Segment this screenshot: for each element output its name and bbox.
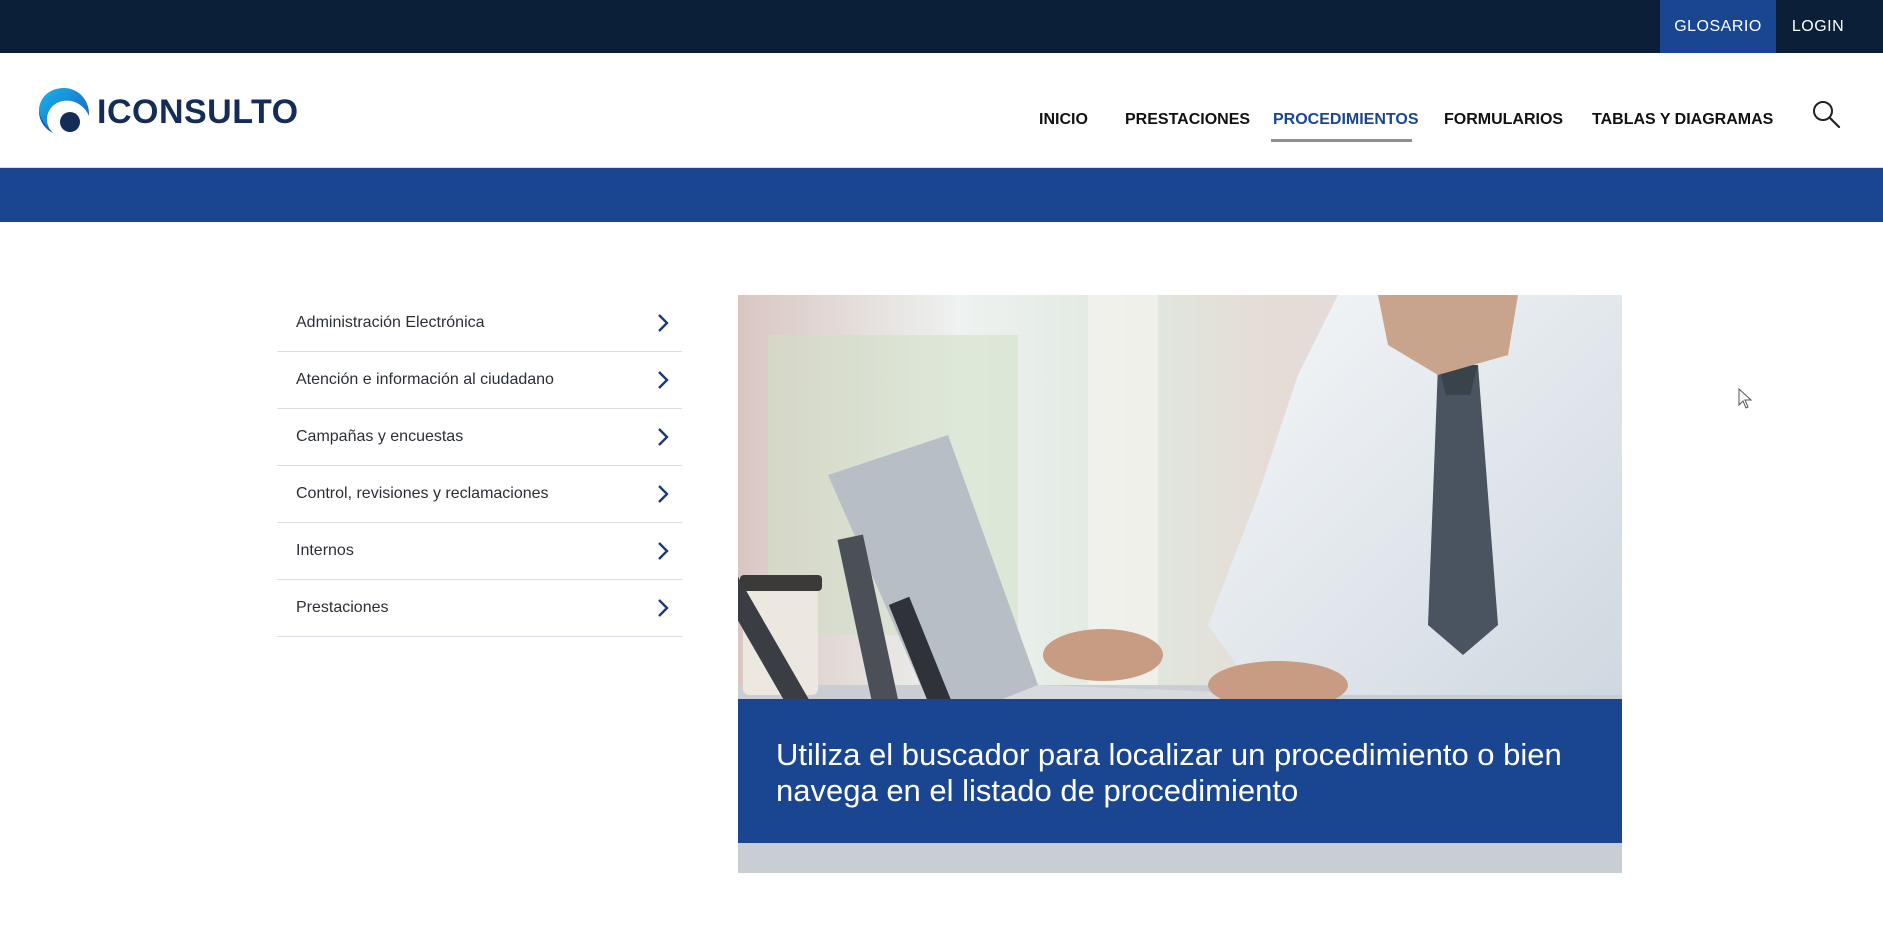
chevron-right-icon — [658, 485, 669, 503]
chevron-right-icon — [658, 599, 669, 617]
search-icon[interactable] — [1811, 99, 1841, 129]
category-item-internos[interactable]: Internos — [277, 523, 682, 580]
category-label: Campañas y encuestas — [296, 428, 464, 445]
nav-tablas-y-diagramas[interactable]: TABLAS Y DIAGRAMAS — [1592, 111, 1773, 129]
hero-caption: Utiliza el buscador para localizar un pr… — [738, 699, 1622, 843]
category-label: Control, revisiones y reclamaciones — [296, 485, 549, 502]
nav-prestaciones[interactable]: PRESTACIONES — [1125, 111, 1250, 129]
category-item-campanas-encuestas[interactable]: Campañas y encuestas — [277, 409, 682, 466]
nav-procedimientos[interactable]: PROCEDIMIENTOS — [1273, 111, 1419, 129]
category-label: Internos — [296, 542, 354, 559]
login-link[interactable]: LOGIN — [1780, 0, 1856, 53]
category-item-prestaciones[interactable]: Prestaciones — [277, 580, 682, 637]
category-item-administracion-electronica[interactable]: Administración Electrónica — [277, 295, 682, 352]
nav-inicio[interactable]: INICIO — [1039, 111, 1088, 129]
chevron-right-icon — [658, 428, 669, 446]
category-label: Prestaciones — [296, 599, 389, 616]
site-header: ICONSULTO INICIO PRESTACIONES PROCEDIMIE… — [0, 53, 1883, 168]
top-utility-bar: GLOSARIO LOGIN — [0, 0, 1883, 53]
category-item-atencion-ciudadano[interactable]: Atención e información al ciudadano — [277, 352, 682, 409]
mouse-cursor-icon — [1738, 388, 1753, 409]
site-logo[interactable]: ICONSULTO — [37, 85, 299, 139]
section-banner — [0, 168, 1883, 222]
glosario-link[interactable]: GLOSARIO — [1660, 0, 1776, 53]
chevron-right-icon — [658, 542, 669, 560]
hero-banner: Utiliza el buscador para localizar un pr… — [738, 295, 1622, 873]
logo-text: ICONSULTO — [97, 92, 299, 131]
category-label: Atención e información al ciudadano — [296, 371, 554, 388]
logo-icon — [39, 88, 90, 133]
chevron-right-icon — [658, 314, 669, 332]
category-label: Administración Electrónica — [296, 314, 485, 331]
chevron-right-icon — [658, 371, 669, 389]
active-nav-indicator — [1271, 139, 1412, 142]
category-item-control-revisiones[interactable]: Control, revisiones y reclamaciones — [277, 466, 682, 523]
nav-formularios[interactable]: FORMULARIOS — [1444, 111, 1563, 129]
category-list: Administración Electrónica Atención e in… — [277, 295, 682, 637]
